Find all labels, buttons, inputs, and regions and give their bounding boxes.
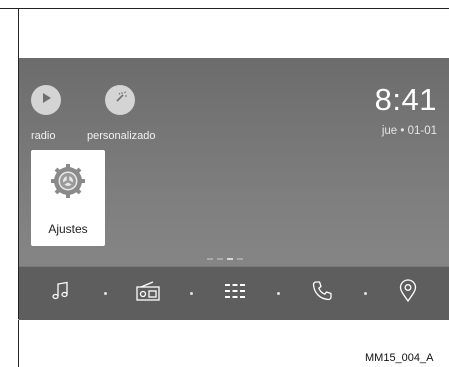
settings-gear-icon xyxy=(50,163,86,204)
radio-button[interactable] xyxy=(134,279,162,307)
radio-shortcut-button[interactable] xyxy=(31,85,61,115)
frame-top-line xyxy=(0,8,449,9)
page-dot-active xyxy=(227,257,233,260)
page-dot xyxy=(207,257,213,260)
bar-separator xyxy=(190,292,193,295)
figure-caption: MM15_004_A xyxy=(365,352,434,364)
page-indicator xyxy=(207,257,267,260)
music-note-icon xyxy=(50,280,72,307)
music-button[interactable] xyxy=(47,279,75,307)
play-icon xyxy=(39,91,53,110)
bar-separator xyxy=(104,292,107,295)
page-dot xyxy=(237,257,243,260)
custom-shortcut-label: personalizado xyxy=(87,130,156,142)
apps-button[interactable] xyxy=(221,279,249,307)
home-screen: radio personalizado 8:41 jue • 01-01 Aju… xyxy=(19,58,449,320)
bottom-nav-bar xyxy=(19,266,449,320)
clock-date: jue • 01-01 xyxy=(381,125,437,137)
settings-tile[interactable]: Ajustes xyxy=(31,150,105,246)
custom-shortcut-button[interactable] xyxy=(105,85,135,115)
magic-wand-icon xyxy=(112,90,128,111)
bar-separator xyxy=(277,292,280,295)
bar-separator xyxy=(364,292,367,295)
clock-time: 8:41 xyxy=(374,82,437,117)
map-pin-icon xyxy=(398,278,418,308)
radio-shortcut-label: radio xyxy=(31,130,56,142)
app-grid-icon xyxy=(223,282,247,305)
phone-icon xyxy=(311,280,333,307)
page-dot xyxy=(217,257,223,260)
settings-tile-label: Ajustes xyxy=(48,222,88,236)
phone-button[interactable] xyxy=(308,279,336,307)
navigation-button[interactable] xyxy=(394,278,422,308)
radio-icon xyxy=(135,280,161,307)
